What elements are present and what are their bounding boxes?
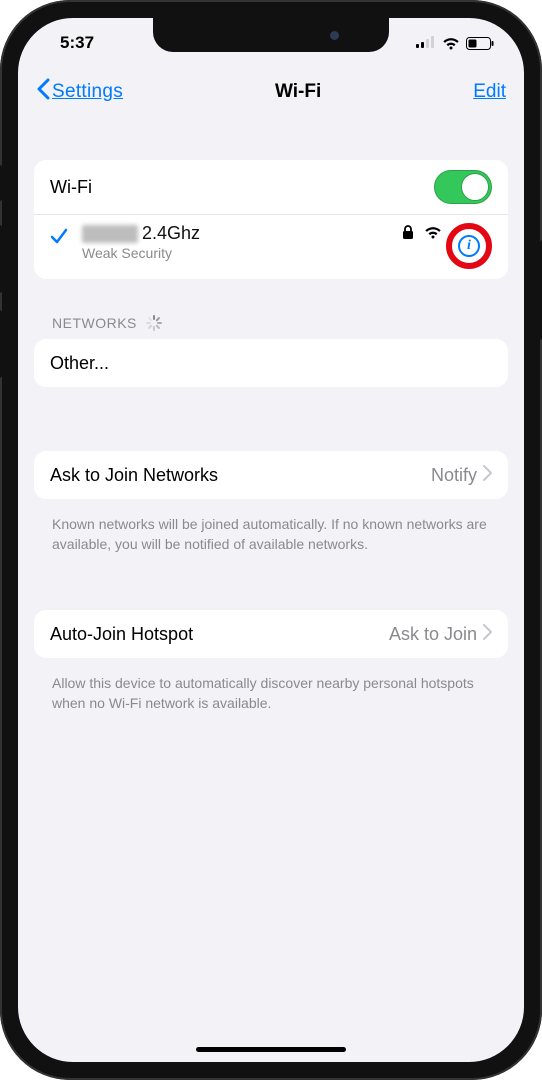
screen: 5:37 Settings Wi-Fi [18, 18, 524, 1062]
toggle-knob [461, 173, 489, 201]
checkmark-icon [50, 227, 68, 250]
wifi-toggle-row[interactable]: Wi-Fi [34, 160, 508, 215]
network-subtitle: Weak Security [82, 245, 402, 261]
edit-button[interactable]: Edit [473, 81, 506, 103]
volume-down-button [0, 310, 2, 378]
network-status-icons [402, 225, 442, 245]
back-button[interactable]: Settings [36, 78, 123, 106]
info-icon[interactable]: i [458, 235, 480, 257]
battery-icon [466, 37, 494, 50]
ask-to-join-card: Ask to Join Networks Notify [34, 451, 508, 499]
networks-header: NETWORKS [34, 287, 508, 339]
auto-hotspot-label: Auto-Join Hotspot [50, 624, 389, 645]
networks-card: Other... [34, 339, 508, 387]
network-name-suffix: 2.4Ghz [142, 223, 200, 244]
connected-network-info: 2.4Ghz Weak Security [82, 223, 402, 261]
info-button-highlight: i [446, 223, 492, 269]
loading-spinner-icon [145, 315, 161, 331]
chevron-right-icon [483, 624, 492, 645]
wifi-label: Wi-Fi [50, 177, 434, 198]
chevron-left-icon [36, 78, 50, 106]
home-indicator[interactable] [196, 1047, 346, 1052]
ask-to-join-label: Ask to Join Networks [50, 465, 431, 486]
wifi-toggle[interactable] [434, 170, 492, 204]
phone-frame: 5:37 Settings Wi-Fi [0, 0, 542, 1080]
connected-network-row[interactable]: 2.4Ghz Weak Security i [34, 215, 508, 279]
wifi-signal-icon [424, 226, 442, 244]
ask-to-join-footer: Known networks will be joined automatica… [34, 507, 508, 554]
chevron-right-icon [483, 465, 492, 486]
ask-to-join-row[interactable]: Ask to Join Networks Notify [34, 451, 508, 499]
other-network-row[interactable]: Other... [34, 339, 508, 387]
cellular-icon [416, 33, 436, 53]
auto-hotspot-footer: Allow this device to automatically disco… [34, 666, 508, 713]
notch [153, 18, 389, 52]
wifi-card: Wi-Fi 2.4Ghz Weak Security [34, 160, 508, 279]
auto-hotspot-value: Ask to Join [389, 624, 477, 645]
wifi-icon [442, 37, 460, 50]
ask-to-join-value: Notify [431, 465, 477, 486]
lock-icon [402, 225, 414, 245]
back-label: Settings [52, 81, 123, 103]
nav-bar: Settings Wi-Fi Edit [18, 68, 524, 120]
other-label: Other... [50, 353, 492, 374]
network-name-redacted [82, 225, 138, 243]
mute-switch [0, 165, 2, 201]
status-time: 5:37 [48, 33, 94, 53]
volume-up-button [0, 225, 2, 293]
camera-dot [330, 31, 339, 40]
status-icons [416, 33, 494, 53]
auto-hotspot-row[interactable]: Auto-Join Hotspot Ask to Join [34, 610, 508, 658]
auto-hotspot-card: Auto-Join Hotspot Ask to Join [34, 610, 508, 658]
networks-header-label: NETWORKS [52, 315, 137, 331]
content: Wi-Fi 2.4Ghz Weak Security [18, 160, 524, 713]
page-title: Wi-Fi [275, 81, 321, 103]
